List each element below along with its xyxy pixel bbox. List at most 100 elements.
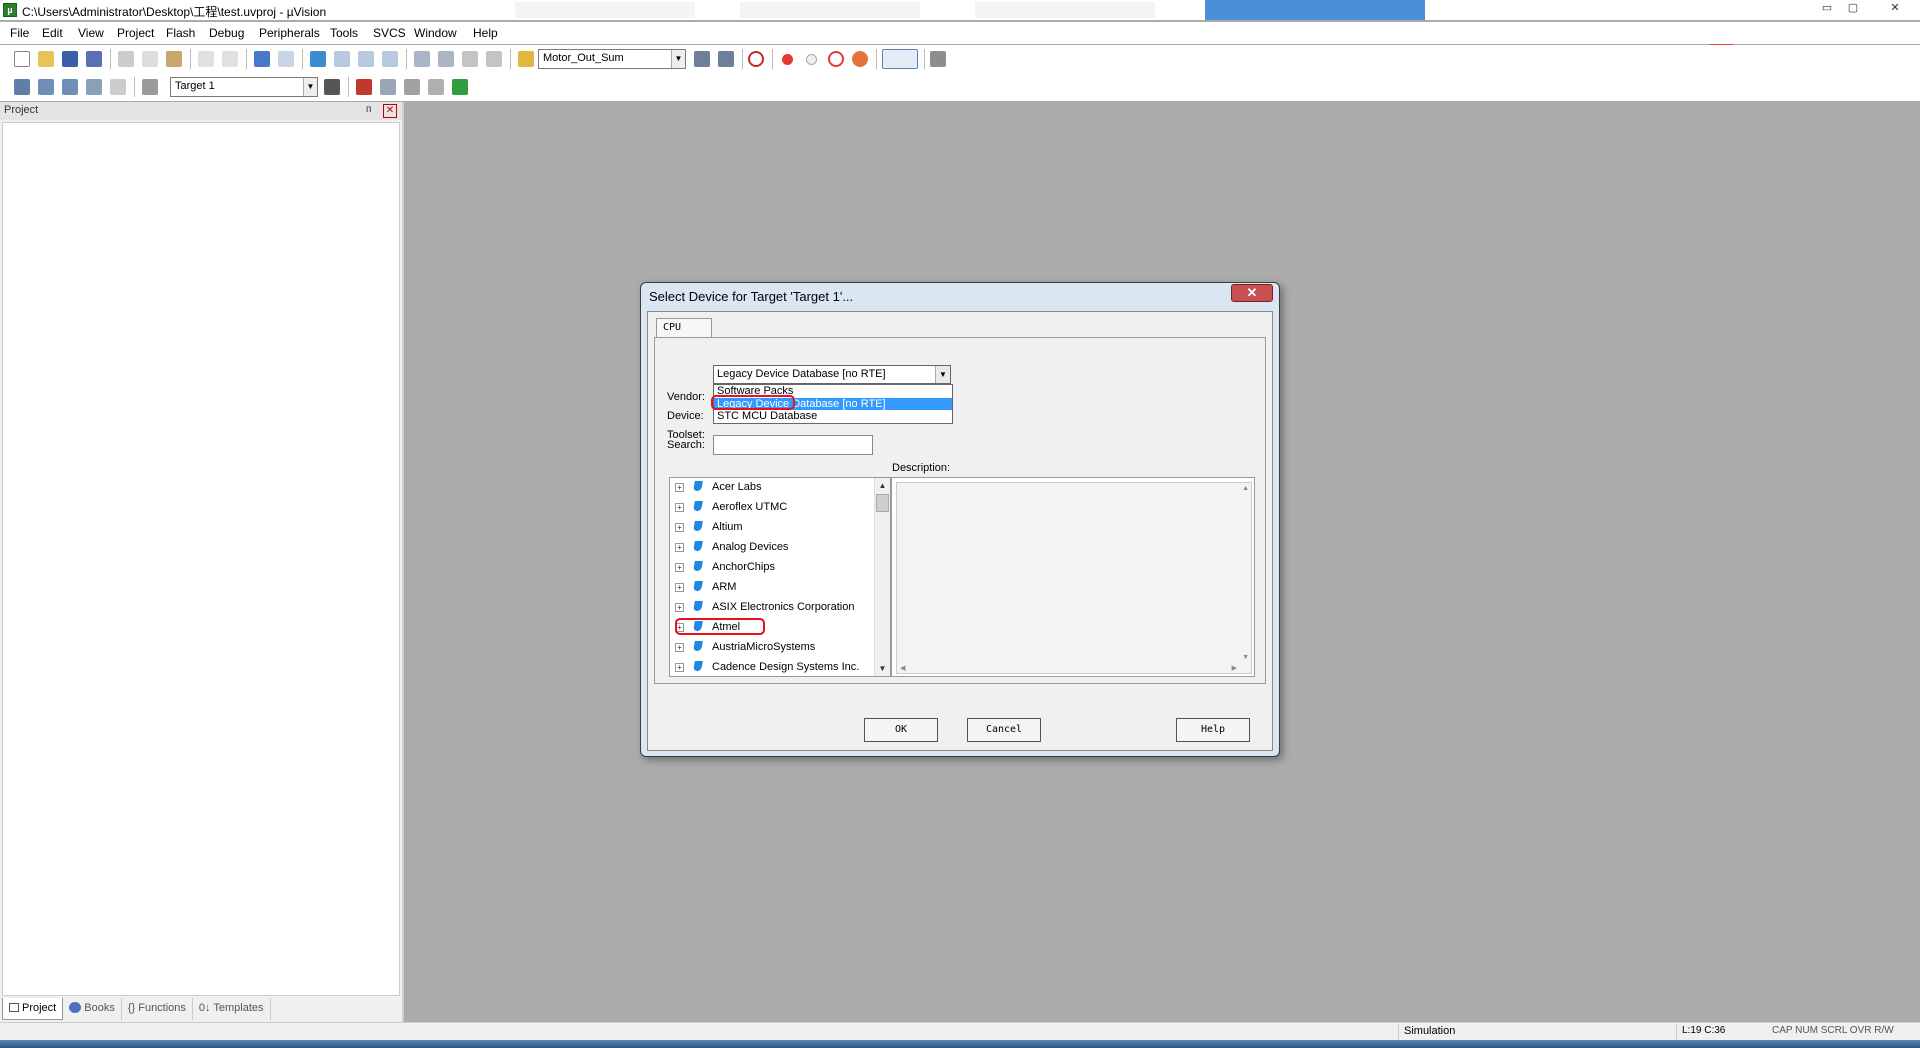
tree-item[interactable]: + ASIX Electronics Corporation [670, 598, 870, 618]
unindent-icon[interactable] [438, 51, 454, 67]
tab-cpu[interactable]: CPU [656, 318, 712, 338]
menu-window[interactable]: Window [414, 26, 457, 40]
tree-item[interactable]: + ARM [670, 578, 870, 598]
menu-help[interactable]: Help [473, 26, 498, 40]
batch-build-icon[interactable] [86, 79, 102, 95]
menu-svcs[interactable]: SVCS [373, 26, 406, 40]
next-bookmark-icon[interactable] [358, 51, 374, 67]
uncomment-icon[interactable] [486, 51, 502, 67]
expand-icon[interactable]: + [675, 563, 684, 572]
expand-icon[interactable]: + [675, 603, 684, 612]
tree-item[interactable]: + Analog Devices [670, 538, 870, 558]
clear-bookmarks-icon[interactable] [382, 51, 398, 67]
dialog-close-button[interactable]: ✕ [1231, 284, 1273, 302]
save-all-icon[interactable] [86, 51, 102, 67]
expand-icon[interactable]: + [675, 503, 684, 512]
tree-item[interactable]: + AnchorChips [670, 558, 870, 578]
scroll-up-icon[interactable]: ▲ [1242, 485, 1249, 492]
tab-project[interactable]: Project [2, 998, 64, 1020]
paste-icon[interactable] [166, 51, 182, 67]
tree-item[interactable]: + Cadence Design Systems Inc. [670, 658, 870, 676]
stop-build-icon[interactable] [110, 79, 126, 95]
disable-breakpoint-icon[interactable] [806, 54, 817, 65]
copy-icon[interactable] [142, 51, 158, 67]
scroll-thumb[interactable] [876, 494, 889, 512]
scroll-down-icon[interactable]: ▼ [875, 661, 890, 676]
cancel-button[interactable]: Cancel [967, 718, 1041, 742]
window-layout-icon[interactable] [882, 49, 918, 69]
menu-peripherals[interactable]: Peripherals [259, 26, 320, 40]
minimize-button[interactable]: ▭ [1816, 1, 1838, 17]
manage-components-icon[interactable] [380, 79, 396, 95]
translate-icon[interactable] [14, 79, 30, 95]
debug-session-icon[interactable] [748, 51, 764, 67]
find-replace-icon[interactable] [718, 51, 734, 67]
vendor-scrollbar[interactable]: ▲ ▼ [874, 478, 890, 676]
tree-item[interactable]: + AustriaMicroSystems [670, 638, 870, 658]
tab-functions[interactable]: {} Functions [122, 998, 193, 1020]
expand-icon[interactable]: + [675, 483, 684, 492]
find-combo[interactable]: Motor_Out_Sum ▼ [538, 49, 686, 69]
cut-icon[interactable] [118, 51, 134, 67]
scroll-right-icon[interactable]: ▶ [1232, 664, 1237, 672]
configure-wrench-icon[interactable] [930, 51, 946, 67]
close-window-button[interactable]: ✕ [1884, 1, 1906, 17]
menu-project[interactable]: Project [117, 26, 154, 40]
undo-icon[interactable] [198, 51, 214, 67]
select-packs-icon[interactable] [404, 79, 420, 95]
indent-icon[interactable] [414, 51, 430, 67]
pin-icon[interactable]: ᴨ [366, 104, 371, 115]
nav-forward-icon[interactable] [278, 51, 294, 67]
redo-icon[interactable] [222, 51, 238, 67]
project-tree[interactable] [2, 122, 400, 996]
menu-debug[interactable]: Debug [209, 26, 244, 40]
menu-view[interactable]: View [78, 26, 104, 40]
incremental-find-icon[interactable] [694, 51, 710, 67]
new-file-icon[interactable] [14, 51, 30, 67]
kill-breakpoints-icon[interactable] [828, 51, 844, 67]
find-in-files-icon[interactable] [518, 51, 534, 67]
expand-icon[interactable]: + [675, 663, 684, 672]
tab-templates[interactable]: 0↓ Templates [193, 998, 271, 1020]
pack-installer-icon[interactable] [428, 79, 444, 95]
menu-tools[interactable]: Tools [330, 26, 358, 40]
prev-bookmark-icon[interactable] [334, 51, 350, 67]
chevron-down-icon[interactable]: ▼ [671, 50, 685, 68]
rebuild-icon[interactable] [62, 79, 78, 95]
database-select[interactable]: Legacy Device Database [no RTE] ▼ [713, 365, 951, 384]
scroll-left-icon[interactable]: ◀ [900, 664, 905, 672]
chevron-down-icon[interactable]: ▼ [935, 366, 950, 383]
search-input[interactable] [713, 435, 873, 455]
disable-all-breakpoints-icon[interactable] [852, 51, 868, 67]
scroll-down-icon[interactable]: ▼ [1242, 654, 1249, 661]
build-icon[interactable] [38, 79, 54, 95]
expand-icon[interactable]: + [675, 523, 684, 532]
save-icon[interactable] [62, 51, 78, 67]
panel-splitter[interactable] [402, 102, 404, 1022]
menu-flash[interactable]: Flash [166, 26, 195, 40]
menu-edit[interactable]: Edit [42, 26, 63, 40]
expand-icon[interactable]: + [675, 643, 684, 652]
restore-button[interactable]: ▢ [1842, 1, 1864, 17]
breakpoint-icon[interactable] [782, 54, 793, 65]
help-button[interactable]: Help [1176, 718, 1250, 742]
close-panel-icon[interactable]: ✕ [383, 104, 397, 118]
download-icon[interactable] [142, 79, 158, 95]
open-folder-icon[interactable] [38, 51, 54, 67]
expand-icon[interactable]: + [675, 543, 684, 552]
menu-file[interactable]: File [10, 26, 29, 40]
file-extensions-icon[interactable] [356, 79, 372, 95]
scroll-up-icon[interactable]: ▲ [875, 478, 890, 493]
expand-icon[interactable]: + [675, 583, 684, 592]
vendor-tree[interactable]: + Acer Labs + Aeroflex UTMC + Altium + Analo… [669, 477, 891, 677]
target-options-icon[interactable] [324, 79, 340, 95]
dropdown-option[interactable]: STC MCU Database [714, 410, 952, 423]
comment-icon[interactable] [462, 51, 478, 67]
tree-item[interactable]: + Altium [670, 518, 870, 538]
tree-item[interactable]: + Acer Labs [670, 478, 870, 498]
target-combo[interactable]: Target 1 ▼ [170, 77, 318, 97]
bookmark-icon[interactable] [310, 51, 326, 67]
tree-item[interactable]: + Aeroflex UTMC [670, 498, 870, 518]
green-diamond-icon[interactable] [452, 79, 468, 95]
ok-button[interactable]: OK [864, 718, 938, 742]
